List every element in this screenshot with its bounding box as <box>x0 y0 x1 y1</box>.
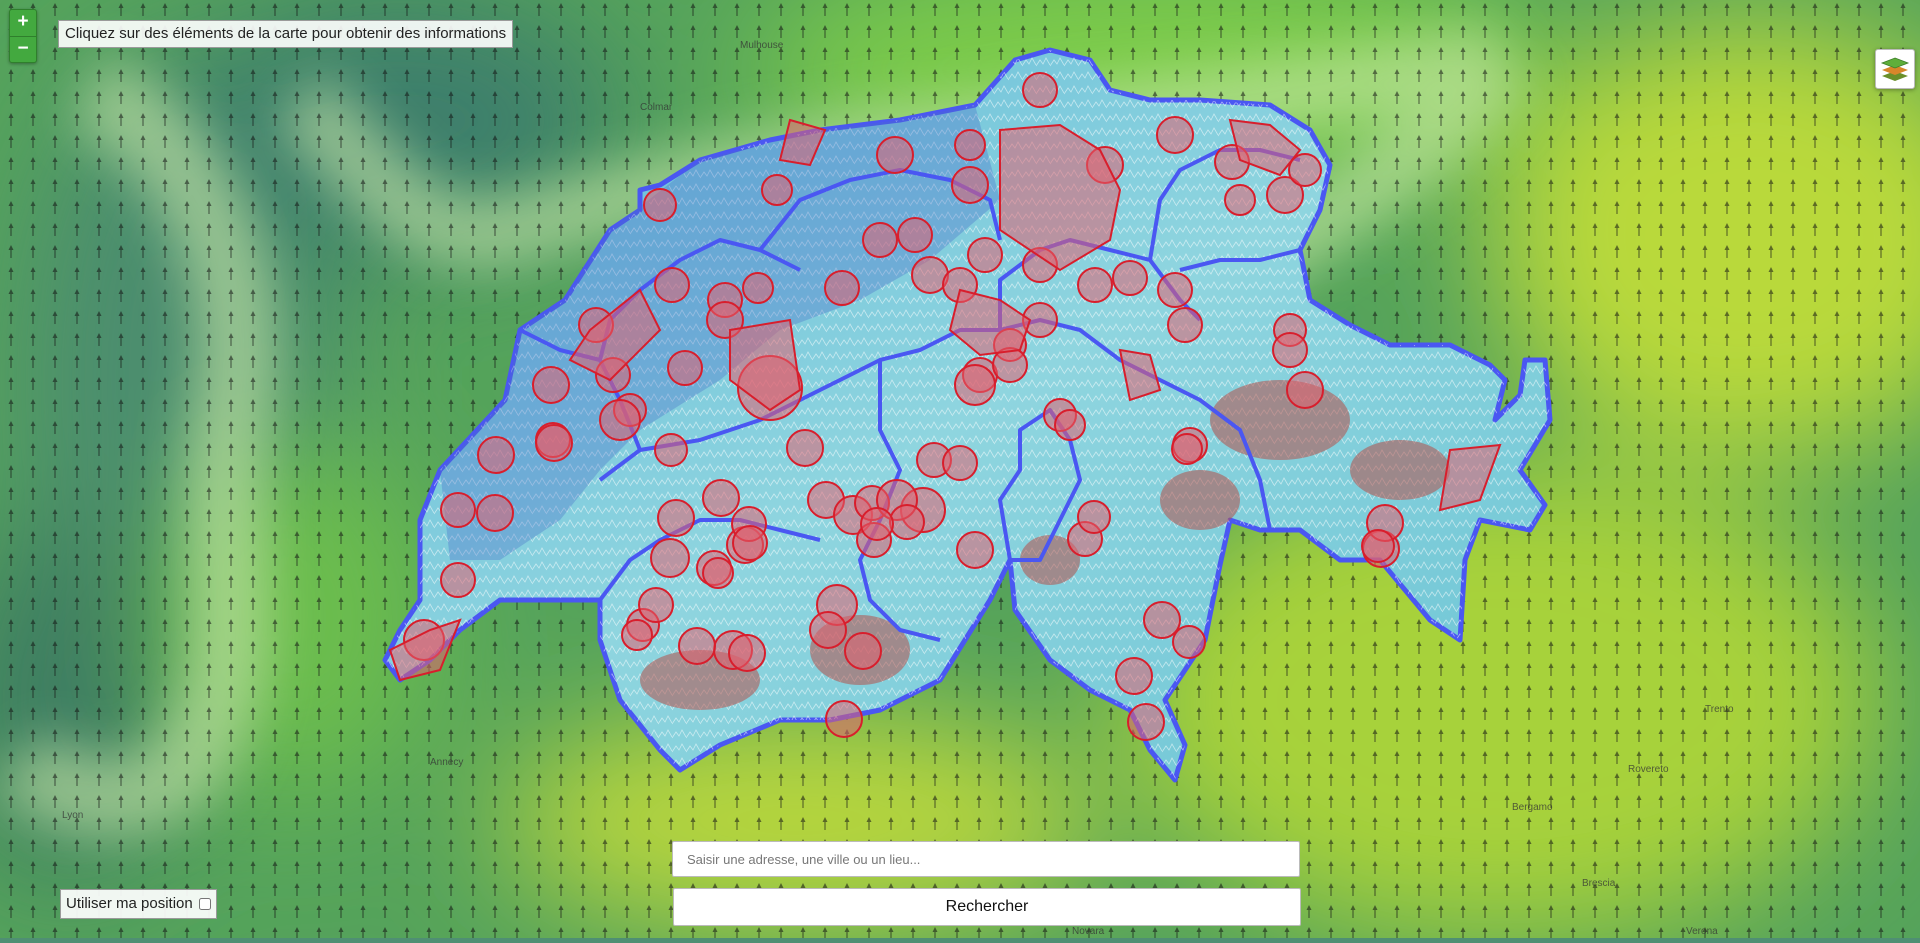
restricted-zone-circle[interactable] <box>1077 267 1113 303</box>
restricted-zone-circle[interactable] <box>638 587 674 623</box>
use-position-checkbox[interactable] <box>198 898 211 910</box>
restricted-zone-circle[interactable] <box>532 366 570 404</box>
map-label: Trento <box>1705 704 1734 715</box>
restricted-zone-circle[interactable] <box>1286 371 1324 409</box>
restricted-zone-circle[interactable] <box>897 217 933 253</box>
restricted-zone-circle[interactable] <box>967 237 1003 273</box>
restricted-zone-circle[interactable] <box>862 222 898 258</box>
zoom-in-button[interactable]: + <box>10 10 36 36</box>
restricted-zone-circle[interactable] <box>1361 529 1395 563</box>
map-label: Annecy <box>430 757 463 768</box>
restricted-zone-circle[interactable] <box>1115 657 1153 695</box>
restricted-zone-circle[interactable] <box>535 424 573 462</box>
restricted-zone-circle[interactable] <box>477 436 515 474</box>
restricted-zone-circle[interactable] <box>728 634 766 672</box>
restricted-zone-circle[interactable] <box>954 129 986 161</box>
restricted-zone-circle[interactable] <box>1167 307 1203 343</box>
restricted-zone-circle[interactable] <box>889 504 925 540</box>
restricted-zone-circle[interactable] <box>860 507 894 541</box>
restricted-zone-circle[interactable] <box>742 272 774 304</box>
restricted-zone-circle[interactable] <box>440 562 476 598</box>
restricted-zone-circle[interactable] <box>667 350 703 386</box>
restricted-zone-circle[interactable] <box>1054 409 1086 441</box>
restricted-zone-circle[interactable] <box>657 499 695 537</box>
restricted-zone-circle[interactable] <box>440 492 476 528</box>
map[interactable]: Mulhouse Colmar Lyon Annecy Bergamo Bres… <box>0 0 1920 940</box>
use-position-toggle[interactable]: Utiliser ma position <box>60 889 217 919</box>
zoom-control: + − <box>9 9 37 63</box>
restricted-zone-circle[interactable] <box>1272 332 1308 368</box>
restricted-zone-circle[interactable] <box>678 627 716 665</box>
restricted-zone-circle[interactable] <box>1224 184 1256 216</box>
search-button[interactable]: Rechercher <box>673 888 1301 926</box>
restricted-zone-circle[interactable] <box>1172 625 1206 659</box>
restricted-zone-circle[interactable] <box>1077 500 1111 534</box>
restricted-zone-circle[interactable] <box>825 700 863 738</box>
restricted-zone-circle[interactable] <box>954 364 996 406</box>
restricted-zone-circle[interactable] <box>942 445 978 481</box>
map-label: Bergamo <box>1512 802 1553 813</box>
zoom-out-button[interactable]: − <box>10 36 36 63</box>
restricted-zone-circle[interactable] <box>650 538 690 578</box>
restricted-zone-circle[interactable] <box>809 611 847 649</box>
restricted-zone-circle[interactable] <box>824 270 860 306</box>
restricted-zone-circle[interactable] <box>761 174 793 206</box>
restricted-zone-circle[interactable] <box>876 136 914 174</box>
restricted-zone-circle[interactable] <box>1127 703 1165 741</box>
layers-button[interactable] <box>1875 49 1915 89</box>
search-input[interactable] <box>672 841 1300 877</box>
restricted-zone-circle[interactable] <box>654 267 690 303</box>
restricted-zone-circle[interactable] <box>1022 72 1058 108</box>
map-label: Mulhouse <box>740 40 784 51</box>
use-position-label: Utiliser ma position <box>66 895 193 912</box>
map-label: Lyon <box>62 810 83 821</box>
map-label: Novara <box>1072 926 1105 937</box>
restricted-zone-circle[interactable] <box>702 479 740 517</box>
restricted-zone-circle[interactable] <box>1157 272 1193 308</box>
restricted-zone-circle[interactable] <box>951 166 989 204</box>
map-label: Verona <box>1686 926 1718 937</box>
layers-icon <box>1880 57 1910 81</box>
restricted-zone-circle[interactable] <box>844 632 882 670</box>
restricted-zone-circle[interactable] <box>786 429 824 467</box>
restricted-zone-circle[interactable] <box>1156 116 1194 154</box>
map-label: Rovereto <box>1628 764 1669 775</box>
restricted-zone-circle[interactable] <box>599 399 641 441</box>
restricted-zone-circle[interactable] <box>956 531 994 569</box>
restricted-zone-circle[interactable] <box>654 433 688 467</box>
restricted-zone-circle[interactable] <box>702 557 734 589</box>
restricted-zone-circle[interactable] <box>621 619 653 651</box>
map-label: Colmar <box>640 102 673 113</box>
restricted-zone-circle[interactable] <box>732 525 768 561</box>
map-info-hint: Cliquez sur des éléments de la carte pou… <box>58 20 514 48</box>
restricted-zone-circle[interactable] <box>1143 601 1181 639</box>
restricted-zone-circle[interactable] <box>643 188 677 222</box>
restricted-zone-circle[interactable] <box>1171 433 1203 465</box>
restricted-zone-circle[interactable] <box>476 494 514 532</box>
map-label: Brescia <box>1582 878 1616 889</box>
restricted-zone-circle[interactable] <box>1112 260 1148 296</box>
